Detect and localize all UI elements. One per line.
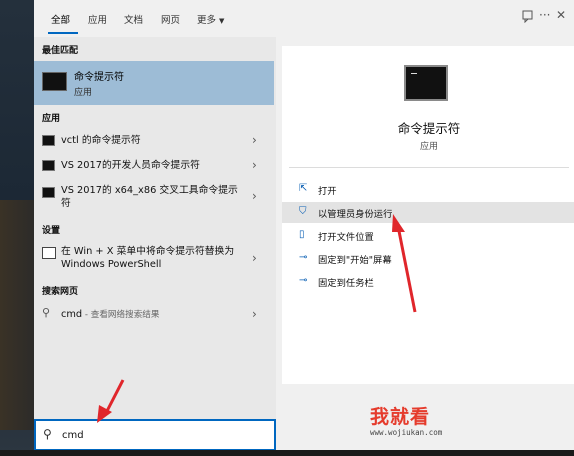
search-input[interactable]: [62, 427, 262, 444]
action-label: 固定到任务栏: [318, 278, 374, 289]
pin-icon: ⊸: [299, 252, 308, 263]
file-location-icon: ▯: [299, 229, 305, 240]
action-label: 固定到"开始"屏幕: [318, 255, 392, 266]
watermark-url: www.wojiukan.com: [370, 428, 443, 437]
best-match-item[interactable]: 命令提示符 应用: [34, 61, 274, 105]
list-item-vs2017-x64[interactable]: VS 2017的 x64_x86 交叉工具命令提示符 ›: [34, 180, 274, 214]
chevron-right-icon[interactable]: ›: [252, 189, 257, 203]
detail-title: 命令提示符: [397, 121, 461, 136]
results-list: 最佳匹配 命令提示符 应用 应用 vctl 的命令提示符 › VS 2017的开…: [34, 37, 276, 419]
section-web-search: 搜索网页: [42, 287, 79, 297]
open-icon: ⇱: [299, 183, 308, 194]
cmd-app-icon: [42, 72, 67, 91]
action-label: 打开: [318, 186, 337, 197]
section-apps: 应用: [42, 114, 61, 124]
web-suffix: - 查看网络搜索结果: [82, 310, 160, 320]
pin-icon: ⊸: [299, 275, 308, 286]
tab-documents[interactable]: 文档: [124, 12, 143, 26]
search-icon: ⚲: [42, 306, 51, 319]
list-item-web-cmd[interactable]: ⚲ cmd - 查看网络搜索结果 ›: [34, 303, 274, 327]
cmd-app-icon: [42, 187, 55, 198]
action-label: 打开文件位置: [318, 232, 374, 243]
section-best-match: 最佳匹配: [42, 46, 79, 56]
cmd-app-icon: [42, 135, 55, 146]
watermark: 我就看 www.wojiukan.com: [370, 402, 474, 442]
list-item-label: VS 2017的 x64_x86 交叉工具命令提示符: [61, 185, 238, 209]
action-open[interactable]: ⇱ 打开: [282, 179, 574, 200]
list-item-label: vctl 的命令提示符: [61, 135, 141, 146]
chevron-down-icon: ▼: [219, 17, 225, 25]
search-tabs: 全部 应用 文档 网页 更多 ▼ ··· ✕: [34, 0, 574, 37]
list-item-vctl[interactable]: vctl 的命令提示符 ›: [34, 129, 274, 153]
more-options-icon[interactable]: ···: [539, 8, 550, 22]
detail-pane: 命令提示符 应用 ⇱ 打开 ⛉ 以管理员身份运行 ▯ 打开文件位置 ⊸ 固定到"…: [282, 46, 574, 384]
shield-icon: ⛉: [299, 206, 307, 217]
tab-web[interactable]: 网页: [161, 12, 180, 26]
cmd-app-icon: [42, 160, 55, 171]
tab-all[interactable]: 全部: [51, 12, 70, 26]
action-pin-to-taskbar[interactable]: ⊸ 固定到任务栏: [282, 271, 574, 292]
web-query: cmd: [61, 309, 83, 320]
chevron-right-icon[interactable]: ›: [252, 307, 257, 321]
list-item-label: 在 Win + X 菜单中将命令提示符替换为 Windows PowerShel…: [61, 246, 235, 270]
cmd-app-icon: [404, 65, 448, 101]
action-pin-to-start[interactable]: ⊸ 固定到"开始"屏幕: [282, 248, 574, 269]
tab-more[interactable]: 更多 ▼: [197, 12, 224, 26]
chevron-right-icon[interactable]: ›: [252, 133, 257, 147]
feedback-icon[interactable]: [521, 10, 534, 26]
settings-window-icon: [42, 247, 56, 259]
list-item-vs2017-dev[interactable]: VS 2017的开发人员命令提示符 ›: [34, 154, 274, 178]
best-match-title: 命令提示符: [74, 72, 124, 83]
start-search-panel: 全部 应用 文档 网页 更多 ▼ ··· ✕ 最佳匹配 命令提示符 应用 应用 v…: [34, 0, 574, 456]
search-icon: ⚲: [43, 427, 52, 441]
list-item-label: VS 2017的开发人员命令提示符: [61, 160, 200, 171]
close-icon[interactable]: ✕: [556, 8, 566, 22]
action-label: 以管理员身份运行: [318, 209, 393, 220]
tab-apps[interactable]: 应用: [88, 12, 107, 26]
list-item-winx-setting[interactable]: 在 Win + X 菜单中将命令提示符替换为 Windows PowerShel…: [34, 242, 274, 276]
chevron-right-icon[interactable]: ›: [252, 158, 257, 172]
taskbar: [0, 450, 574, 456]
tab-more-label: 更多: [197, 15, 217, 26]
chevron-right-icon[interactable]: ›: [252, 251, 257, 265]
list-item-label: cmd - 查看网络搜索结果: [61, 308, 241, 322]
watermark-logo: 我就看: [370, 406, 431, 428]
search-box[interactable]: ⚲: [34, 419, 276, 451]
active-tab-indicator: [48, 32, 78, 34]
action-open-file-location[interactable]: ▯ 打开文件位置: [282, 225, 574, 246]
section-settings: 设置: [42, 226, 61, 236]
divider: [289, 167, 569, 168]
best-match-subtitle: 应用: [74, 88, 93, 98]
detail-subtitle: 应用: [419, 142, 438, 152]
action-run-as-admin[interactable]: ⛉ 以管理员身份运行: [282, 202, 574, 223]
